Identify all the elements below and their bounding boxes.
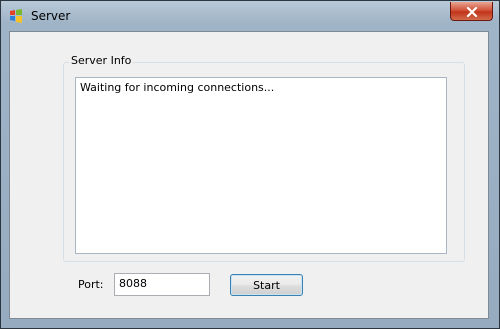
- windows-flag-icon: [8, 8, 24, 24]
- close-icon: [466, 2, 478, 21]
- close-button[interactable]: [450, 2, 493, 21]
- title-bar[interactable]: Server: [1, 1, 499, 31]
- port-label: Port:: [78, 278, 104, 291]
- port-input[interactable]: 8088: [114, 273, 210, 296]
- info-text: Waiting for incoming connections...: [80, 81, 275, 94]
- port-value: 8088: [119, 277, 147, 290]
- group-label: Server Info: [69, 54, 134, 67]
- client-area: Server Info Waiting for incoming connect…: [9, 31, 489, 319]
- window-title: Server: [31, 9, 71, 23]
- server-window: Server Server Info Waiting for incoming …: [0, 0, 500, 329]
- server-info-group: Server Info Waiting for incoming connect…: [63, 54, 465, 262]
- start-button[interactable]: Start: [230, 274, 303, 296]
- server-info-textbox[interactable]: Waiting for incoming connections...: [75, 77, 447, 254]
